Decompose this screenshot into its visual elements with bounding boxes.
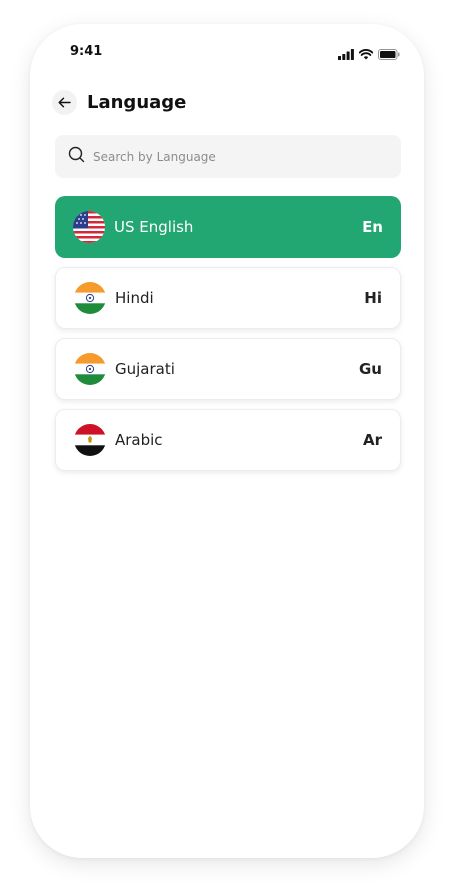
language-item-hindi[interactable]: Hindi Hi [55,267,401,329]
page-title: Language [87,92,187,113]
language-name: Hindi [115,289,154,307]
language-code: Hi [364,289,382,307]
phone-screen: 9:41 Language Search by Language US Engl… [30,24,424,858]
back-button[interactable] [52,90,77,115]
status-icons [338,45,400,64]
language-list: US English En Hindi Hi Gujarati Gu Arabi… [55,196,401,480]
language-name: US English [114,218,194,236]
language-name: Gujarati [115,360,175,378]
search-input[interactable] [91,148,385,165]
wifi-icon [358,45,374,64]
language-item-gujarati[interactable]: Gujarati Gu [55,338,401,400]
status-time: 9:41 [70,44,103,59]
language-code: Gu [359,360,382,378]
language-name: Arabic [115,431,163,449]
signal-icon [338,45,354,64]
language-code: En [362,218,383,236]
search-bar[interactable] [55,135,401,178]
egypt-flag-icon [74,424,106,456]
search-icon [68,146,85,167]
india-flag-icon [74,282,106,314]
language-code: Ar [362,431,382,449]
language-item-arabic[interactable]: Arabic Ar [55,409,401,471]
header: Language [52,90,186,115]
language-item-us-english[interactable]: US English En [55,196,401,258]
us-flag-icon [73,211,105,243]
arrow-left-icon [58,93,71,112]
battery-icon [378,45,400,64]
india-flag-icon [74,353,106,385]
